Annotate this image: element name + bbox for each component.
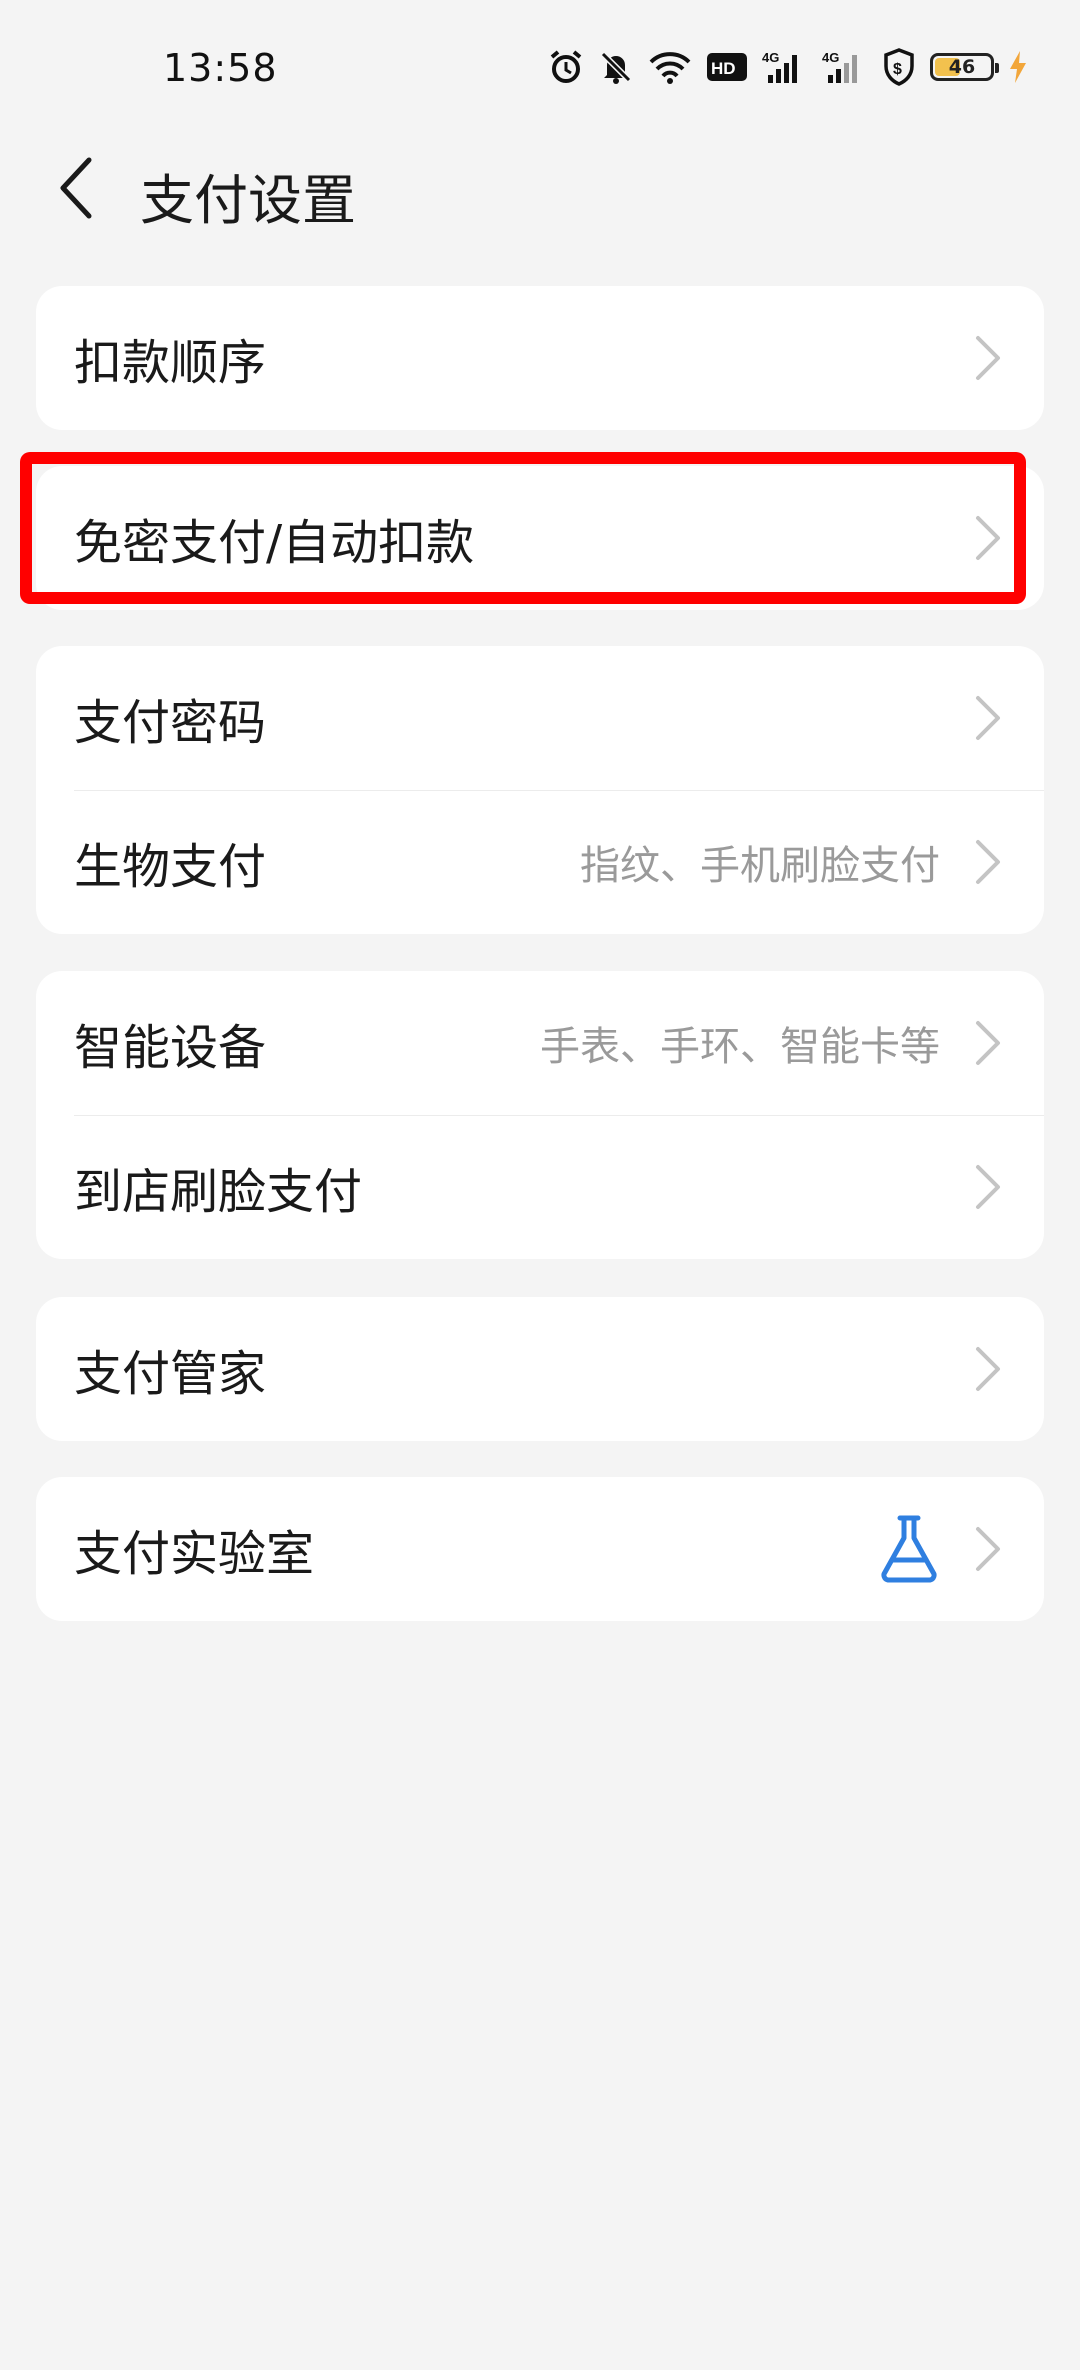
settings-group: 支付密码 生物支付 指纹、手机刷脸支付 xyxy=(36,646,1044,934)
menu-item-smart-devices[interactable]: 智能设备 手表、手环、智能卡等 xyxy=(36,971,1044,1115)
hd-icon: HD xyxy=(706,52,748,82)
menu-item-label: 生物支付 xyxy=(74,839,267,895)
settings-group: 支付管家 xyxy=(36,1297,1044,1441)
chevron-right-icon xyxy=(976,1527,1000,1571)
svg-text:4G: 4G xyxy=(762,50,779,65)
menu-item-label: 到店刷脸支付 xyxy=(74,1164,363,1220)
chevron-right-icon xyxy=(976,336,1000,380)
menu-item-label: 免密支付/自动扣款 xyxy=(74,515,475,571)
menu-item-subtitle: 指纹、手机刷脸支付 xyxy=(580,843,940,889)
alarm-icon xyxy=(548,49,584,85)
settings-group: 扣款顺序 xyxy=(36,286,1044,430)
status-time: 13:58 xyxy=(163,46,278,90)
chevron-right-icon xyxy=(976,1347,1000,1391)
charging-icon xyxy=(1008,50,1028,84)
menu-item-password-free-payment[interactable]: 免密支付/自动扣款 xyxy=(36,466,1044,610)
menu-item-deduction-order[interactable]: 扣款顺序 xyxy=(36,286,1044,430)
status-bar: 13:58 HD 4G 4G $ 46 xyxy=(0,0,1080,130)
menu-item-label: 支付管家 xyxy=(74,1346,267,1402)
chevron-right-icon xyxy=(976,840,1000,884)
signal-4g-icon: 4G xyxy=(762,49,808,85)
battery-icon: 46 xyxy=(930,53,999,81)
flask-icon xyxy=(881,1515,937,1583)
menu-item-label: 扣款顺序 xyxy=(74,335,267,391)
menu-item-in-store-face-payment[interactable]: 到店刷脸支付 xyxy=(36,1115,1044,1259)
page-title: 支付设置 xyxy=(140,169,356,232)
nav-bar: 支付设置 xyxy=(0,130,1080,240)
menu-item-payment-password[interactable]: 支付密码 xyxy=(36,646,1044,790)
svg-text:$: $ xyxy=(893,61,902,78)
signal-4g-icon: 4G xyxy=(822,49,868,85)
chevron-right-icon xyxy=(976,1165,1000,1209)
menu-item-subtitle: 手表、手环、智能卡等 xyxy=(540,1024,940,1070)
chevron-right-icon xyxy=(976,516,1000,560)
menu-item-label: 支付密码 xyxy=(74,695,267,751)
svg-text:4G: 4G xyxy=(822,50,839,65)
mute-icon xyxy=(598,49,634,85)
svg-text:HD: HD xyxy=(711,59,736,78)
settings-group: 智能设备 手表、手环、智能卡等 到店刷脸支付 xyxy=(36,971,1044,1259)
settings-group: 免密支付/自动扣款 xyxy=(36,466,1044,610)
menu-item-payment-lab[interactable]: 支付实验室 xyxy=(36,1477,1044,1621)
chevron-right-icon xyxy=(976,1021,1000,1065)
menu-item-biometric-payment[interactable]: 生物支付 指纹、手机刷脸支付 xyxy=(36,790,1044,934)
shield-dollar-icon: $ xyxy=(882,48,916,86)
menu-item-label: 支付实验室 xyxy=(74,1526,315,1582)
menu-item-label: 智能设备 xyxy=(74,1020,267,1076)
chevron-left-icon xyxy=(60,157,92,219)
status-icons: HD 4G 4G $ 46 xyxy=(548,44,1028,90)
settings-group: 支付实验室 xyxy=(36,1477,1044,1621)
wifi-icon xyxy=(648,50,692,84)
chevron-right-icon xyxy=(976,696,1000,740)
menu-item-payment-manager[interactable]: 支付管家 xyxy=(36,1297,1044,1441)
battery-level: 46 xyxy=(948,56,976,78)
back-button[interactable] xyxy=(40,148,110,228)
